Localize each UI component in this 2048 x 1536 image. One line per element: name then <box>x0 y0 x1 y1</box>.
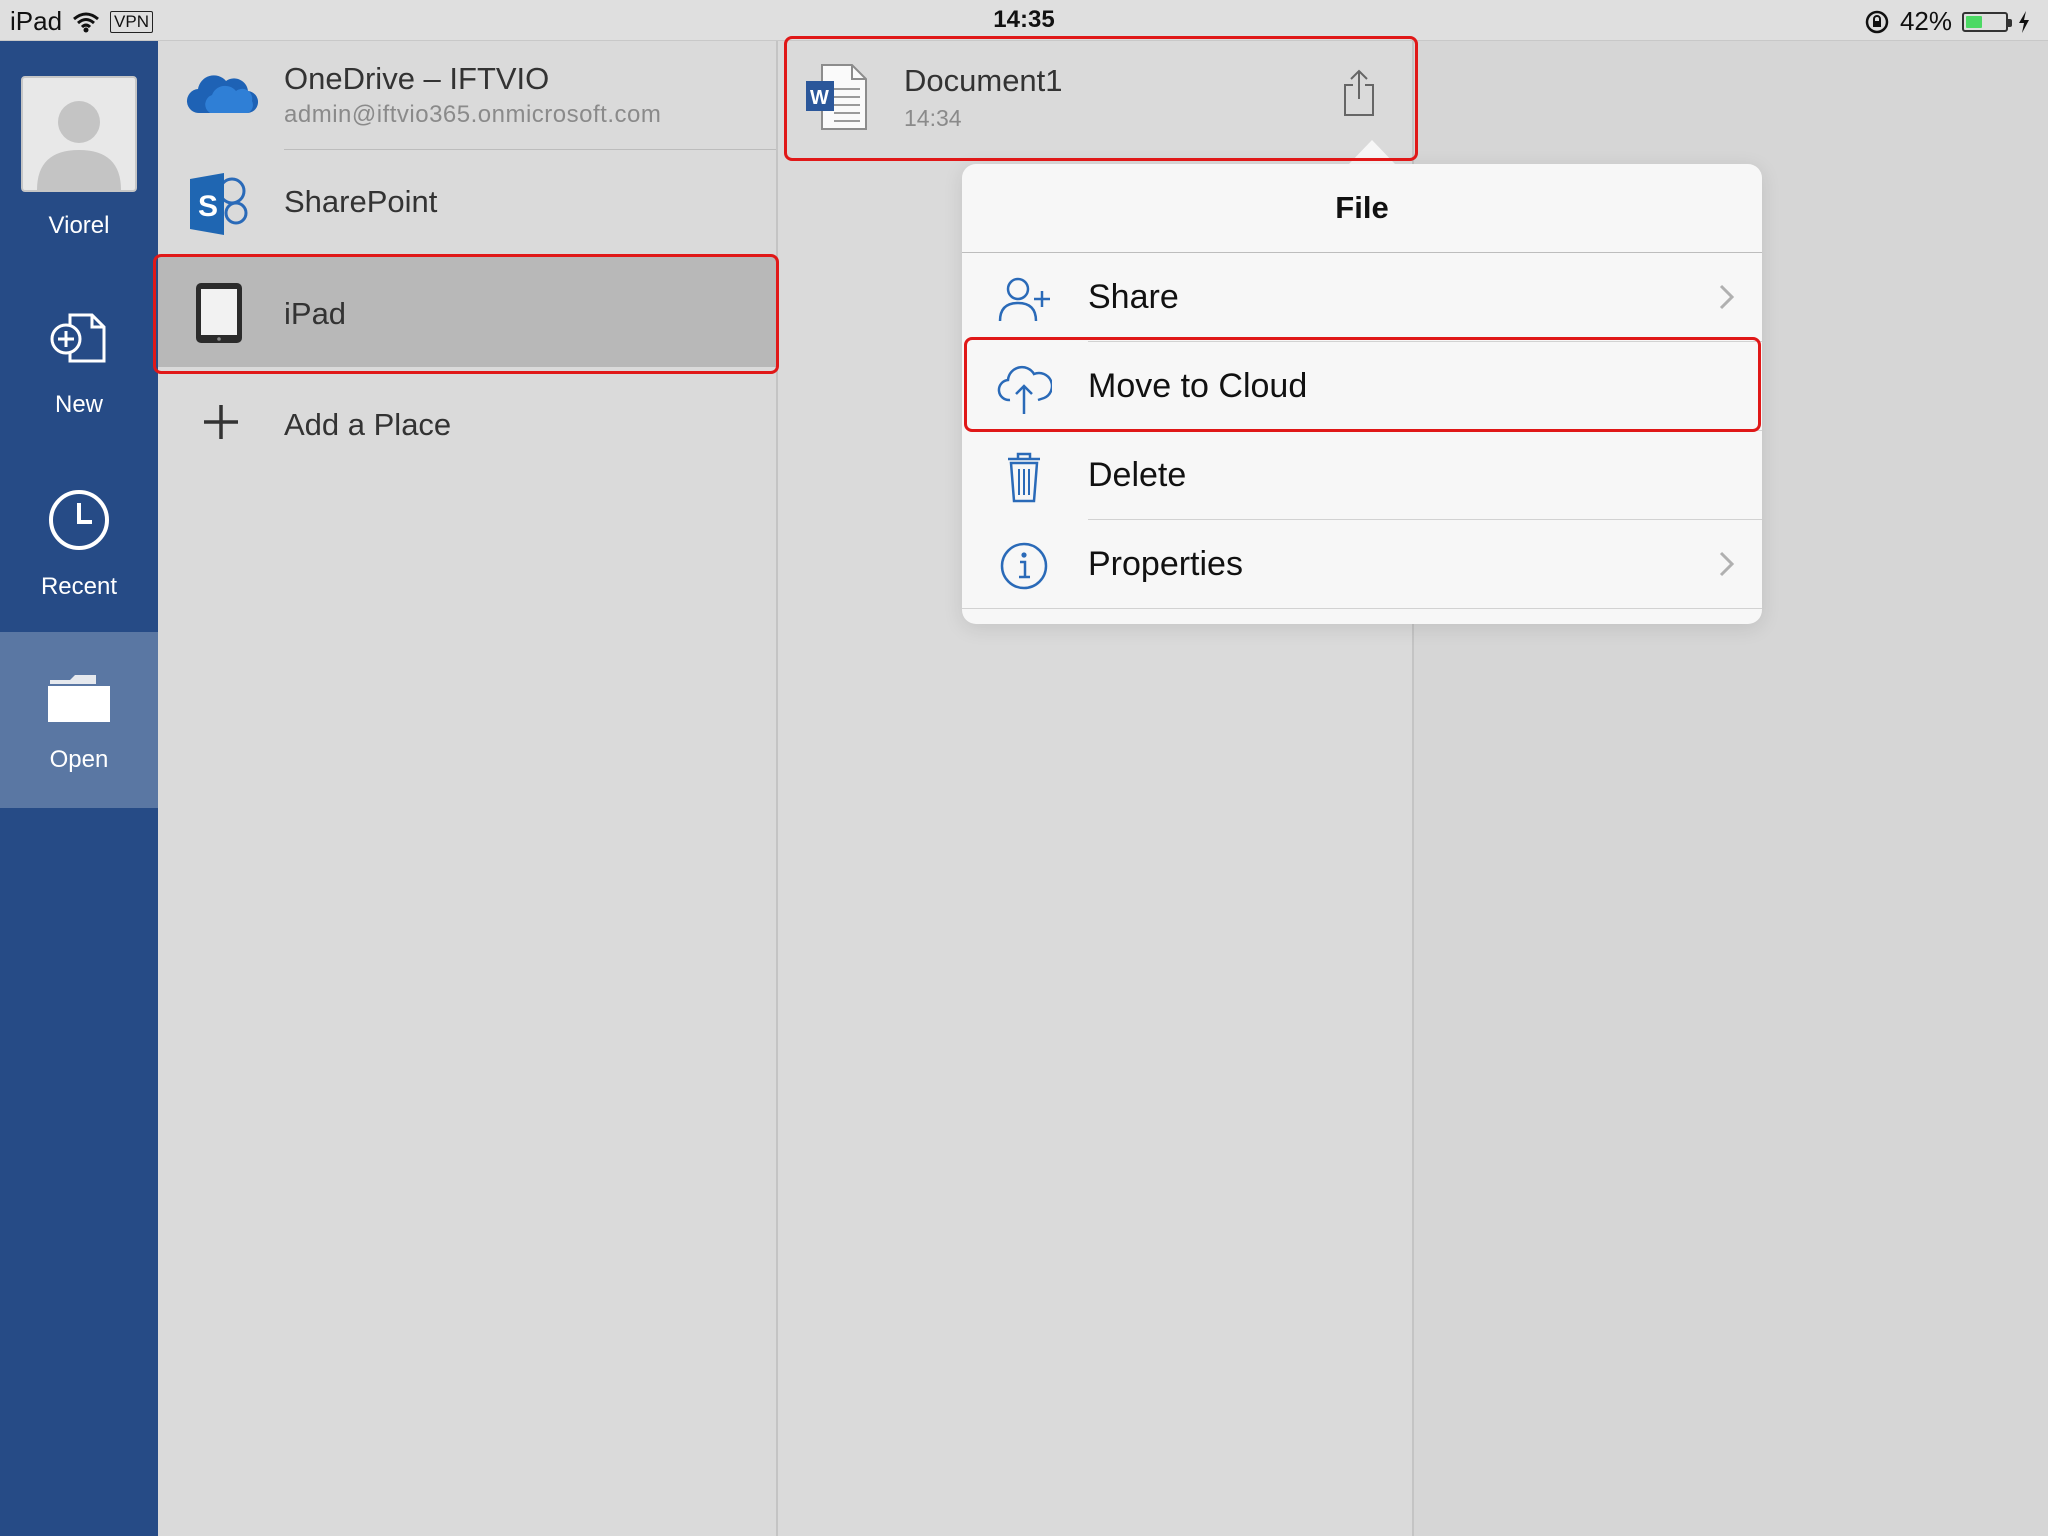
chevron-right-icon <box>1719 551 1735 577</box>
file-name: Document1 <box>904 63 1063 98</box>
info-icon <box>1000 542 1048 590</box>
menu-properties-label: Properties <box>1088 545 1243 583</box>
nav-recent-label: Recent <box>40 573 118 600</box>
nav-rail: Viorel New Recent Open <box>0 41 158 1536</box>
person-placeholder-icon <box>37 101 121 190</box>
menu-move-to-cloud-label: Move to Cloud <box>1088 367 1308 405</box>
battery-tip <box>2008 18 2012 27</box>
add-person-icon <box>998 277 1050 322</box>
place-onedrive-subtitle: admin@iftvio365.onmicrosoft.com <box>284 101 662 128</box>
nav-recent[interactable]: Recent <box>0 485 158 601</box>
cloud-upload-icon <box>997 365 1052 414</box>
chevron-right-icon <box>1719 284 1735 310</box>
onedrive-cloud-icon <box>187 75 258 114</box>
nav-new-label: New <box>54 391 103 418</box>
popover-title: File <box>1335 190 1389 225</box>
plus-icon <box>204 405 238 439</box>
svg-text:S: S <box>198 190 218 223</box>
place-add-title: Add a Place <box>284 407 452 442</box>
svg-text:W: W <box>810 87 829 109</box>
clock-icon <box>49 490 109 550</box>
place-sharepoint-title: SharePoint <box>284 184 438 219</box>
ipad-device-icon <box>196 283 242 343</box>
folder-icon <box>48 675 110 722</box>
status-time: 14:35 <box>993 6 1055 33</box>
place-add[interactable]: Add a Place <box>158 377 776 477</box>
nav-new[interactable]: New <box>0 303 158 419</box>
avatar <box>21 76 137 192</box>
share-export-icon[interactable] <box>1342 69 1376 117</box>
status-right: 42% <box>1864 6 2030 37</box>
menu-item-properties[interactable]: Properties <box>962 520 1762 608</box>
charging-bolt-icon <box>2019 10 2029 33</box>
popover-arrow <box>1348 140 1396 165</box>
nav-open[interactable]: Open <box>0 632 158 808</box>
place-onedrive-title: OneDrive – IFTVIO <box>284 61 550 96</box>
rotation-lock-icon <box>1865 10 1889 33</box>
battery-fill <box>1966 15 1982 28</box>
battery-icon <box>1962 11 2012 32</box>
nav-open-label: Open <box>49 746 109 773</box>
file-row-document1[interactable]: W Document1 14:34 <box>778 41 1412 159</box>
place-sharepoint[interactable]: S SharePoint <box>158 151 776 257</box>
trash-icon <box>1008 452 1040 503</box>
menu-delete-label: Delete <box>1088 456 1187 494</box>
menu-item-share[interactable]: Share <box>962 253 1762 341</box>
menu-item-delete[interactable]: Delete <box>962 431 1762 519</box>
profile-name: Viorel <box>48 212 110 239</box>
profile-button[interactable]: Viorel <box>0 76 158 240</box>
sharepoint-icon: S <box>190 173 248 235</box>
new-document-icon <box>50 313 106 363</box>
word-document-icon: W <box>806 64 867 130</box>
place-ipad[interactable]: iPad <box>158 257 776 367</box>
place-onedrive[interactable]: OneDrive – IFTVIO admin@iftvio365.onmicr… <box>158 41 776 150</box>
status-bar: iPad VPN 14:35 42% <box>0 0 2048 41</box>
file-modified-time: 14:34 <box>904 105 962 131</box>
menu-share-label: Share <box>1088 278 1179 316</box>
place-ipad-title: iPad <box>284 296 347 331</box>
place-divider <box>284 149 776 150</box>
battery-percent: 42% <box>1899 6 1952 36</box>
file-menu-popover: File Share Move to Cloud Delete Properti… <box>962 164 1762 624</box>
places-panel: OneDrive – IFTVIO admin@iftvio365.onmicr… <box>158 41 778 1536</box>
menu-separator <box>962 608 1762 609</box>
menu-item-move-to-cloud[interactable]: Move to Cloud <box>962 342 1762 430</box>
